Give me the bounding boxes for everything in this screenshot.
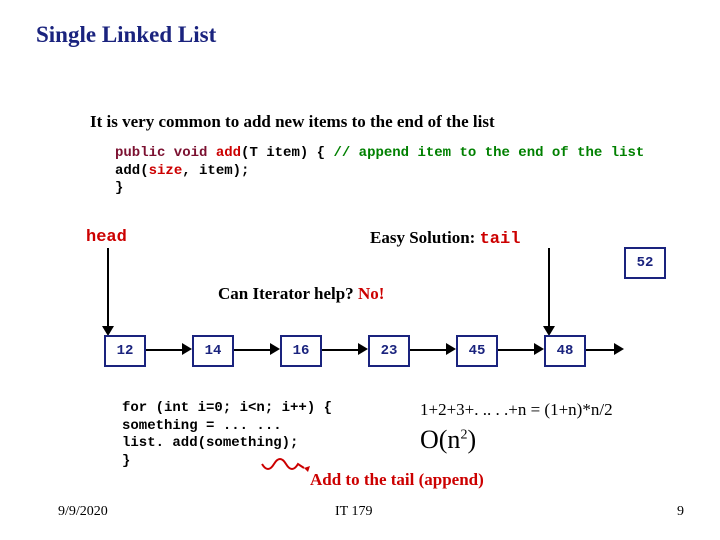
node-link-arrow bbox=[446, 343, 456, 355]
easy-solution-text: Easy Solution: tail bbox=[370, 228, 520, 249]
list-node: 16 bbox=[280, 335, 322, 367]
code-rest: , item); bbox=[182, 163, 249, 179]
iterator-question: Can Iterator help? No! bbox=[218, 284, 384, 304]
add-to-tail-caption: Add to the tail (append) bbox=[310, 470, 484, 490]
node-appended: 52 bbox=[624, 247, 666, 279]
code-block-add-method: public void add(T item) { // append item… bbox=[115, 145, 644, 198]
iterator-question-text: Can Iterator help? bbox=[218, 284, 358, 303]
list-node: 12 bbox=[104, 335, 146, 367]
node-link bbox=[234, 349, 270, 351]
code-line-close: } bbox=[115, 180, 644, 198]
code-line-signature: public void add(T item) { // append item… bbox=[115, 145, 644, 163]
iterator-answer: No! bbox=[358, 284, 384, 303]
code-method-name: add bbox=[216, 145, 241, 161]
tail-arrow-line bbox=[548, 248, 550, 328]
big-o-notation: O(n2) bbox=[420, 425, 476, 455]
node-link-arrow bbox=[182, 343, 192, 355]
node-link bbox=[322, 349, 358, 351]
code-line: list. add(something); bbox=[122, 435, 332, 453]
code-line: something = ... ... bbox=[122, 418, 332, 436]
code-arg-size: size bbox=[149, 163, 183, 179]
easy-prefix: Easy Solution: bbox=[370, 228, 480, 247]
footer-course: IT 179 bbox=[335, 504, 372, 520]
node-link-arrow bbox=[358, 343, 368, 355]
list-node: 45 bbox=[456, 335, 498, 367]
node-link-arrow bbox=[534, 343, 544, 355]
node-link bbox=[586, 349, 614, 351]
node-link bbox=[498, 349, 534, 351]
node-link-arrow bbox=[270, 343, 280, 355]
node-link bbox=[410, 349, 446, 351]
big-o-close: ) bbox=[467, 425, 476, 454]
list-node: 48 bbox=[544, 335, 586, 367]
node-link-arrow bbox=[614, 343, 624, 355]
code-line: for (int i=0; i<n; i++) { bbox=[122, 400, 332, 418]
squiggle-arrow-icon bbox=[260, 460, 310, 480]
sum-formula: 1+2+3+. .. . .+n = (1+n)*n/2 bbox=[420, 400, 613, 420]
list-node: 14 bbox=[192, 335, 234, 367]
list-node: 23 bbox=[368, 335, 410, 367]
head-arrow-line bbox=[107, 248, 109, 328]
linked-list-row: 12 14 16 23 45 48 bbox=[104, 335, 680, 365]
big-o-open: O(n bbox=[420, 425, 460, 454]
slide-title: Single Linked List bbox=[36, 22, 216, 48]
code-comment: // append item to the end of the list bbox=[333, 145, 644, 161]
footer-page-number: 9 bbox=[677, 504, 684, 520]
tail-pointer-label: tail bbox=[480, 230, 521, 249]
code-call: add( bbox=[115, 163, 149, 179]
code-keywords: public void bbox=[115, 145, 216, 161]
node-link bbox=[146, 349, 182, 351]
code-params: (T item) { bbox=[241, 145, 333, 161]
intro-text: It is very common to add new items to th… bbox=[90, 112, 495, 132]
code-line-body: add(size, item); bbox=[115, 163, 644, 181]
head-pointer-label: head bbox=[86, 228, 127, 247]
footer-date: 9/9/2020 bbox=[58, 504, 108, 520]
